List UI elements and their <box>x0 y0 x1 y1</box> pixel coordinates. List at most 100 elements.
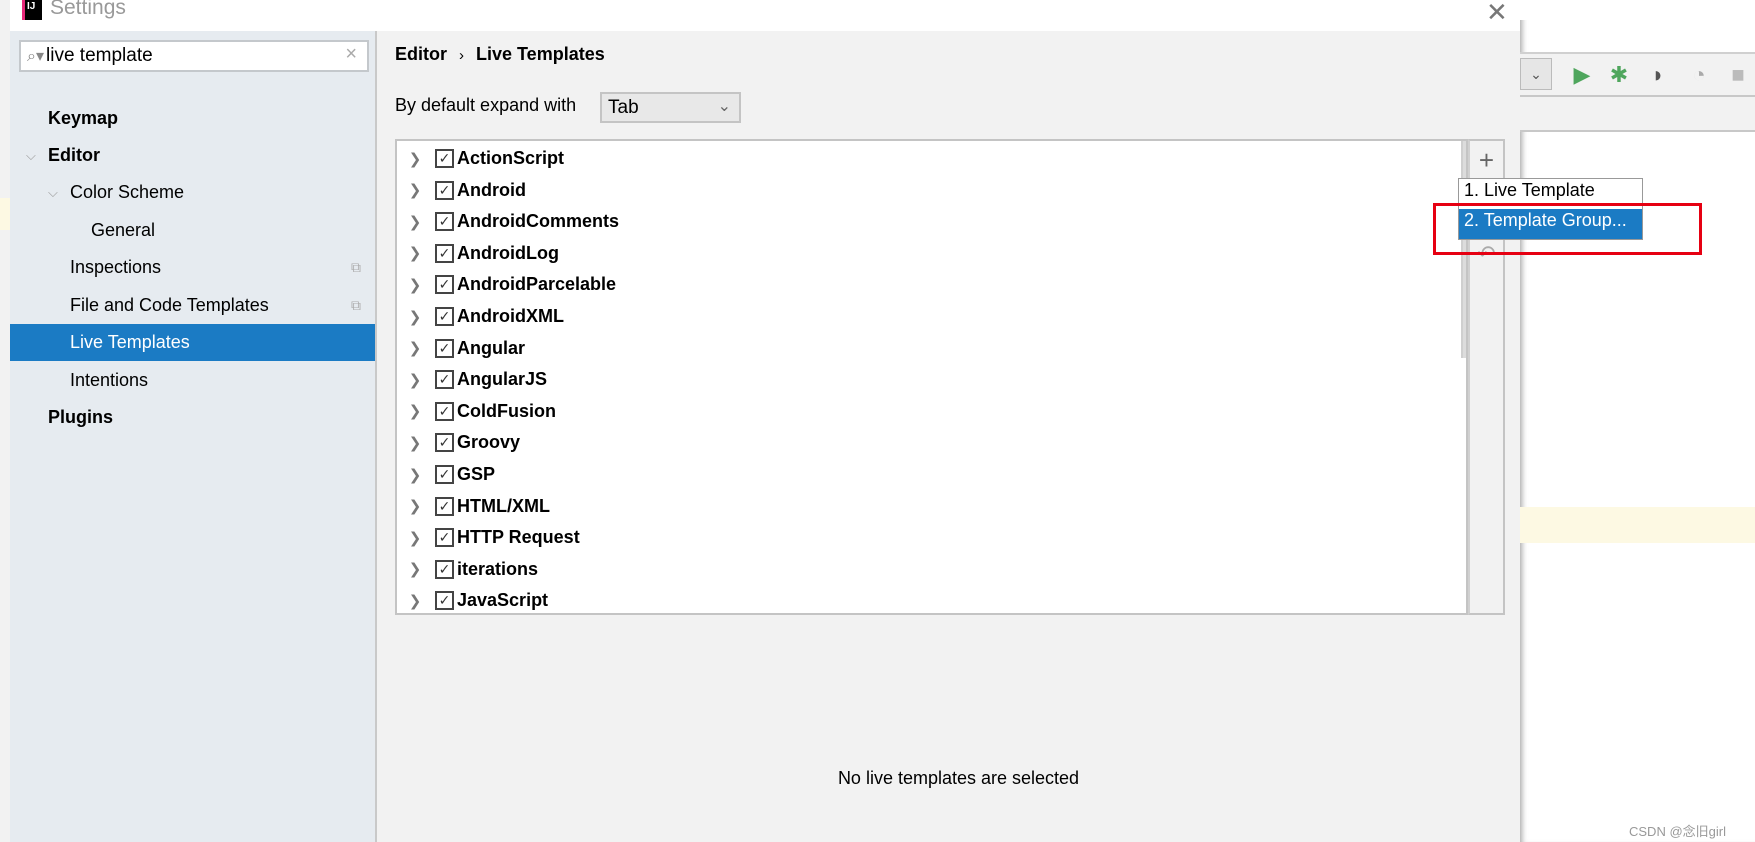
chevron-right-icon[interactable]: ❯ <box>401 213 429 231</box>
stop-icon[interactable]: ■ <box>1725 62 1751 88</box>
expand-label: By default expand with <box>395 95 577 115</box>
sidebar-item-keymap[interactable]: Keymap <box>10 100 375 137</box>
chevron-right-icon[interactable]: ❯ <box>401 308 429 326</box>
sidebar-item-file-and-code-templates[interactable]: File and Code Templates ⧉ <box>10 287 375 324</box>
template-group-row[interactable]: ❯ ✓ AndroidLog <box>397 238 559 269</box>
template-group-row[interactable]: ❯ ✓ JavaScript <box>397 585 549 613</box>
group-name: ActionScript <box>457 148 565 168</box>
template-group-row[interactable]: ❯ ✓ GSP <box>397 459 495 490</box>
clear-icon[interactable]: × <box>345 43 357 66</box>
settings-sidebar: ⌕▾ × Keymap ⌵ Editor ⌵ Color Scheme General In… <box>10 31 377 842</box>
group-name: AndroidParcelable <box>457 274 617 295</box>
template-group-row[interactable]: ❯ ✓ Angular <box>397 333 525 364</box>
group-checkbox[interactable]: ✓ <box>435 243 454 263</box>
group-checkbox[interactable]: ✓ <box>435 307 454 326</box>
chevron-right-icon[interactable]: ❯ <box>401 371 429 389</box>
search-field[interactable]: ⌕▾ × <box>19 40 369 72</box>
template-group-row[interactable]: ❯ ✓ AndroidParcelable <box>397 269 616 300</box>
watermark: CSDN @念旧girl <box>1629 824 1726 839</box>
group-checkbox[interactable]: ✓ <box>435 528 454 548</box>
ide-titlebar <box>1520 0 1755 20</box>
expand-key-dropdown[interactable]: Tab ⌄ <box>600 92 741 123</box>
chevron-down-icon[interactable]: ⌵ <box>48 185 58 201</box>
sidebar-item-live-templates[interactable]: Live Templates <box>10 324 375 361</box>
ide-highlight-line <box>1520 507 1755 543</box>
sidebar-item-label: Plugins <box>48 407 114 427</box>
profile-icon[interactable]: ◔ <box>1686 62 1712 88</box>
group-name: AndroidLog <box>457 242 559 263</box>
chevron-down-icon: ⌄ <box>717 98 731 115</box>
settings-dialog: IJ Settings ✕ ⌕▾ × Keymap ⌵ Editor ⌵ Color S… <box>10 0 1520 842</box>
chevron-right-icon[interactable]: ❯ <box>401 150 429 168</box>
chevron-right-icon[interactable]: ❯ <box>401 497 429 515</box>
ide-tabbar <box>1520 97 1755 132</box>
chevron-right-icon[interactable]: ❯ <box>401 529 429 547</box>
chevron-down-icon[interactable]: ⌵ <box>26 148 36 164</box>
sidebar-item-editor[interactable]: ⌵ Editor <box>10 137 375 174</box>
template-group-list[interactable]: ❯ ✓ ActionScript ❯ ✓ Android ❯ ✓ AndroidComments… <box>395 139 1468 615</box>
chevron-right-icon: › <box>459 47 464 64</box>
group-checkbox[interactable]: ✓ <box>435 465 454 484</box>
add-icon[interactable]: + <box>1470 145 1503 176</box>
group-checkbox[interactable]: ✓ <box>435 180 454 200</box>
group-name: JavaScript <box>457 590 549 611</box>
group-name: AndroidComments <box>457 211 619 232</box>
group-checkbox[interactable]: ✓ <box>435 212 454 232</box>
chevron-right-icon[interactable]: ❯ <box>401 276 429 294</box>
debug-icon[interactable]: ✱ <box>1606 62 1632 88</box>
group-name: GSP <box>457 464 496 484</box>
template-group-row[interactable]: ❯ ✓ AngularJS <box>397 364 547 395</box>
search-input[interactable] <box>46 45 316 67</box>
group-checkbox[interactable]: ✓ <box>435 370 454 390</box>
template-group-row[interactable]: ❯ ✓ HTML/XML <box>397 491 550 522</box>
template-group-row[interactable]: ❯ ✓ AndroidXML <box>397 301 564 332</box>
sidebar-item-label: Intentions <box>70 370 149 390</box>
template-group-row[interactable]: ❯ ✓ ColdFusion <box>397 396 556 427</box>
sidebar-item-label: General <box>91 220 156 240</box>
empty-message: No live templates are selected <box>837 768 1080 788</box>
run-icon[interactable]: ▶ <box>1569 62 1595 88</box>
group-checkbox[interactable]: ✓ <box>435 401 454 421</box>
project-scope-icon: ⧉ <box>351 297 361 313</box>
template-group-row[interactable]: ❯ ✓ Android <box>397 175 526 206</box>
chevron-right-icon[interactable]: ❯ <box>401 181 429 199</box>
chevron-right-icon[interactable]: ❯ <box>401 560 429 578</box>
group-checkbox[interactable]: ✓ <box>435 496 454 516</box>
group-checkbox[interactable]: ✓ <box>435 275 454 295</box>
chevron-right-icon[interactable]: ❯ <box>401 339 429 357</box>
sidebar-item-label: Live Templates <box>70 332 190 352</box>
template-group-row[interactable]: ❯ ✓ Groovy <box>397 427 520 458</box>
chevron-right-icon[interactable]: ❯ <box>401 592 429 610</box>
chevron-right-icon[interactable]: ❯ <box>401 402 429 420</box>
template-group-row[interactable]: ❯ ✓ AndroidComments <box>397 206 619 237</box>
sidebar-item-label: Inspections <box>70 257 162 277</box>
template-group-row[interactable]: ❯ ✓ ActionScript <box>397 143 564 174</box>
group-checkbox[interactable]: ✓ <box>435 591 454 611</box>
chevron-right-icon[interactable]: ❯ <box>401 244 429 262</box>
chevron-right-icon[interactable]: ❯ <box>401 434 429 452</box>
sidebar-item-color-scheme[interactable]: ⌵ Color Scheme <box>10 174 375 211</box>
group-checkbox[interactable]: ✓ <box>435 338 454 358</box>
sidebar-item-general[interactable]: General <box>10 212 375 249</box>
template-group-row[interactable]: ❯ ✓ HTTP Request <box>397 522 580 553</box>
sidebar-item-plugins[interactable]: Plugins <box>10 399 375 436</box>
sidebar-item-intentions[interactable]: Intentions <box>10 362 375 399</box>
run-config-dropdown[interactable]: ⌄ <box>1520 58 1552 90</box>
template-group-row[interactable]: ❯ ✓ iterations <box>397 554 538 585</box>
group-checkbox[interactable]: ✓ <box>435 559 454 579</box>
close-icon[interactable]: ✕ <box>1486 0 1508 28</box>
sidebar-item-label: Editor <box>48 145 100 165</box>
group-name: AngularJS <box>457 369 548 390</box>
intellij-logo: IJ <box>22 0 42 20</box>
chevron-right-icon[interactable]: ❯ <box>401 466 429 484</box>
group-name: Android <box>457 179 526 200</box>
group-checkbox[interactable]: ✓ <box>435 433 454 453</box>
expand-key-value: Tab <box>608 97 639 118</box>
sidebar-item-inspections[interactable]: Inspections ⧉ <box>10 249 375 286</box>
group-checkbox[interactable]: ✓ <box>435 149 454 168</box>
breadcrumb-parent[interactable]: Editor <box>395 44 447 64</box>
highlight-annotation-box <box>1433 203 1702 255</box>
ide-background-right: ⌄ ▶ ✱ ◗ ◔ ■ CSDN @念旧girl <box>1520 0 1755 842</box>
coverage-icon[interactable]: ◗ <box>1645 62 1671 88</box>
group-name: HTTP Request <box>457 527 580 548</box>
